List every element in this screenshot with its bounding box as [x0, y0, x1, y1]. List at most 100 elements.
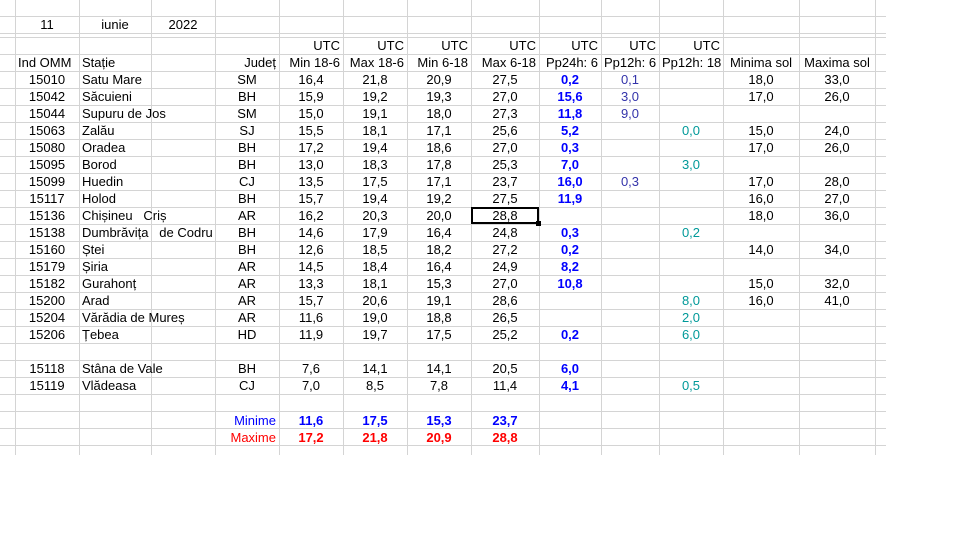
cell-county[interactable]: SM: [215, 71, 279, 88]
cell-min-18-6[interactable]: 16,4: [279, 71, 343, 88]
cell-station-id[interactable]: [15, 343, 79, 360]
cell-max-6-18[interactable]: 27,0: [471, 139, 539, 156]
cell-county[interactable]: BH: [215, 241, 279, 258]
cell-station-name[interactable]: Holod: [79, 190, 215, 207]
cell-station-name[interactable]: [79, 343, 215, 360]
cell-max-6-18[interactable]: 26,5: [471, 309, 539, 326]
cell-county[interactable]: SM: [215, 105, 279, 122]
cell-minima-sol[interactable]: 14,0: [723, 241, 799, 258]
header-cell[interactable]: Max 6-18: [471, 54, 539, 71]
cell-pp12h-6[interactable]: 9,0: [601, 105, 659, 122]
cell-minima-sol[interactable]: [723, 105, 799, 122]
cell-minima-sol[interactable]: 15,0: [723, 122, 799, 139]
header-cell[interactable]: Max 18-6: [343, 54, 407, 71]
cell-station-name[interactable]: Dumbrăvița de Codru: [79, 224, 215, 241]
cell-pp24h-6[interactable]: 0,2: [539, 71, 601, 88]
cell-max-18-6[interactable]: 19,2: [343, 88, 407, 105]
cell-min-6-18[interactable]: 15,3: [407, 275, 471, 292]
cell-pp12h-18[interactable]: [659, 105, 723, 122]
cell-station-id[interactable]: 15160: [15, 241, 79, 258]
cell-pp12h-18[interactable]: [659, 258, 723, 275]
cell-county[interactable]: CJ: [215, 173, 279, 190]
cell-station-id[interactable]: 15136: [15, 207, 79, 224]
cell-minima-sol[interactable]: [723, 377, 799, 394]
cell-pp12h-6[interactable]: [601, 207, 659, 224]
cell-minima-sol[interactable]: [723, 343, 799, 360]
cell-max-18-6[interactable]: 21,8: [343, 71, 407, 88]
cell-station-name[interactable]: Borod: [79, 156, 215, 173]
cell-pp12h-18[interactable]: 3,0: [659, 156, 723, 173]
cell-max-6-18[interactable]: 24,8: [471, 224, 539, 241]
cell-pp12h-18[interactable]: [659, 275, 723, 292]
cell-station-name[interactable]: Chișineu Criș: [79, 207, 215, 224]
cell-maxima-sol[interactable]: [799, 224, 875, 241]
cell-min-6-18[interactable]: 16,4: [407, 258, 471, 275]
cell-min-18-6[interactable]: 7,0: [279, 377, 343, 394]
cell-max-6-18[interactable]: 11,4: [471, 377, 539, 394]
cell-station-name[interactable]: Vărădia de Mureș: [79, 309, 215, 326]
cell-min-18-6[interactable]: 15,9: [279, 88, 343, 105]
cell-minima-sol[interactable]: 18,0: [723, 207, 799, 224]
cell-pp24h-6[interactable]: 7,0: [539, 156, 601, 173]
cell-pp12h-6[interactable]: [601, 139, 659, 156]
fill-handle[interactable]: [536, 221, 541, 226]
cell-max-6-18[interactable]: 27,2: [471, 241, 539, 258]
cell-max-18-6[interactable]: 14,1: [343, 360, 407, 377]
cell-min-6-18[interactable]: 16,4: [407, 224, 471, 241]
cell-max-18-6[interactable]: 19,4: [343, 190, 407, 207]
utc-label[interactable]: UTC: [343, 37, 407, 54]
cell-maxima-sol[interactable]: 32,0: [799, 275, 875, 292]
cell-max-6-18[interactable]: 25,6: [471, 122, 539, 139]
cell-max-6-18[interactable]: 27,0: [471, 275, 539, 292]
cell-county[interactable]: AR: [215, 258, 279, 275]
cell-minima-sol[interactable]: [723, 224, 799, 241]
cell-county[interactable]: AR: [215, 292, 279, 309]
cell-pp24h-6[interactable]: 16,0: [539, 173, 601, 190]
cell-county[interactable]: AR: [215, 275, 279, 292]
cell-maxima-sol[interactable]: [799, 360, 875, 377]
cell-maxima-sol[interactable]: [799, 309, 875, 326]
cell-minima-sol[interactable]: 18,0: [723, 71, 799, 88]
cell-county[interactable]: BH: [215, 224, 279, 241]
cell-station-id[interactable]: 15138: [15, 224, 79, 241]
cell-pp12h-18[interactable]: 0,0: [659, 122, 723, 139]
cell-pp12h-6[interactable]: [601, 241, 659, 258]
cell-station-id[interactable]: 15010: [15, 71, 79, 88]
cell-max-18-6[interactable]: 17,5: [343, 173, 407, 190]
cell-min-18-6[interactable]: 13,3: [279, 275, 343, 292]
cell-county[interactable]: [215, 343, 279, 360]
cell-station-name[interactable]: Vlădeasa: [79, 377, 215, 394]
cell-station-name[interactable]: Țebea: [79, 326, 215, 343]
minime-value[interactable]: 15,3: [407, 412, 471, 429]
cell-pp12h-6[interactable]: [601, 343, 659, 360]
maxime-value[interactable]: 17,2: [279, 429, 343, 446]
date-year[interactable]: 2022: [151, 16, 215, 33]
cell-min-6-18[interactable]: 17,8: [407, 156, 471, 173]
header-cell[interactable]: Min 6-18: [407, 54, 471, 71]
cell-min-6-18[interactable]: 20,0: [407, 207, 471, 224]
cell-station-name[interactable]: Gurahonț: [79, 275, 215, 292]
header-cell[interactable]: Maxima sol: [799, 54, 875, 71]
cell-max-18-6[interactable]: 19,7: [343, 326, 407, 343]
cell-county[interactable]: BH: [215, 139, 279, 156]
date-day[interactable]: 11: [15, 16, 79, 33]
cell-pp12h-18[interactable]: 0,5: [659, 377, 723, 394]
cell-min-18-6[interactable]: 13,5: [279, 173, 343, 190]
cell-min-18-6[interactable]: 17,2: [279, 139, 343, 156]
cell-station-name[interactable]: Satu Mare: [79, 71, 215, 88]
maxime-value[interactable]: 28,8: [471, 429, 539, 446]
cell-pp24h-6[interactable]: 0,2: [539, 241, 601, 258]
cell-station-name[interactable]: Ștei: [79, 241, 215, 258]
header-cell[interactable]: Minima sol: [723, 54, 799, 71]
cell-max-18-6[interactable]: 18,4: [343, 258, 407, 275]
cell-pp12h-6[interactable]: [601, 309, 659, 326]
minime-value[interactable]: 17,5: [343, 412, 407, 429]
cell-pp12h-18[interactable]: 0,2: [659, 224, 723, 241]
cell-max-6-18[interactable]: 28,8: [471, 207, 539, 224]
cell-station-id[interactable]: 15044: [15, 105, 79, 122]
cell-station-id[interactable]: 15063: [15, 122, 79, 139]
cell-min-18-6[interactable]: [279, 343, 343, 360]
cell-max-18-6[interactable]: 8,5: [343, 377, 407, 394]
cell-pp12h-6[interactable]: [601, 224, 659, 241]
cell-max-18-6[interactable]: 19,0: [343, 309, 407, 326]
